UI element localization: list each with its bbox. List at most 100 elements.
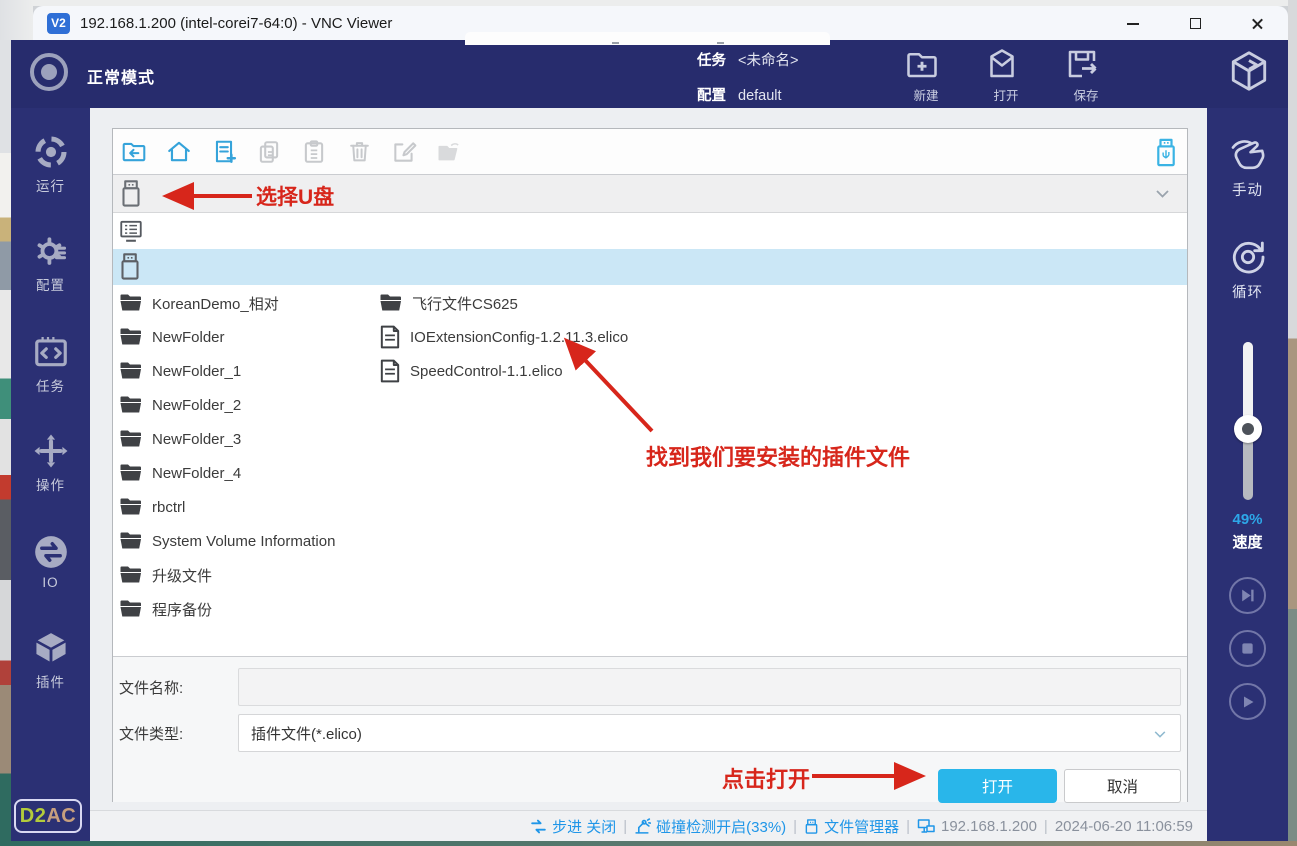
collision-status[interactable]: 碰撞检测开启(33%) [634,816,786,837]
play-button[interactable] [1229,683,1266,720]
new-task-label: 新建 [904,85,948,104]
plugin-cube-icon [32,629,70,667]
network-monitor-icon [917,818,936,835]
file-name: System Volume Information [152,533,335,550]
delete-button[interactable] [346,138,372,166]
mode-label: 正常模式 [87,64,155,88]
io-swap-icon [32,533,70,571]
open-task-button[interactable]: 打开 [984,46,1028,104]
speed-slider-thumb[interactable] [1234,415,1262,443]
drive-option-usb[interactable] [113,249,1187,285]
config-value: default [738,88,782,104]
sidebar-item-jog[interactable]: 操作 [11,432,90,494]
step-mode-text: 步进 关闭 [552,816,616,837]
desktop-edge-topleft [0,0,33,40]
file-row[interactable]: NewFolder_4 [119,457,241,489]
new-file-button[interactable] [211,138,237,166]
file-row[interactable]: NewFolder_2 [119,389,241,421]
save-task-button[interactable]: 保存 [1064,46,1108,104]
folder-back-button[interactable] [121,138,147,166]
file-name-input[interactable] [238,668,1181,706]
file-name: NewFolder_1 [152,363,241,380]
save-task-icon [1064,46,1108,82]
loop-mode-button[interactable]: 循环 [1207,237,1288,302]
sidebar-item-task[interactable]: 任务 [11,333,90,395]
badge-part1: D2 [20,805,47,828]
save-task-label: 保存 [1064,85,1108,104]
computer-icon [118,218,144,244]
task-label: 任务 [697,53,726,69]
file-name: 程序备份 [152,599,212,620]
file-type-select[interactable]: 插件文件(*.elico) [238,714,1181,752]
file-row[interactable]: rbctrl [119,491,185,523]
open-task-icon [984,46,1028,82]
rename-button[interactable] [391,138,417,166]
status-separator: | [1044,818,1048,835]
copy-button[interactable] [256,138,282,166]
open-folder-button[interactable] [436,138,462,166]
step-to-end-button[interactable] [1229,577,1266,614]
open-button[interactable]: 打开 [938,769,1057,803]
dialog-form: 文件名称: 文件类型: 插件文件(*.elico) 打开 取消 [113,656,1187,802]
file-toolbar [113,129,1187,175]
manual-hand-icon [1228,135,1268,175]
usb-drive-icon [118,252,142,282]
file-name: rbctrl [152,499,185,516]
cancel-button[interactable]: 取消 [1064,769,1181,803]
status-separator: | [623,818,627,835]
new-task-button[interactable]: 新建 [904,46,948,104]
file-row[interactable]: 飞行文件CS625 [379,287,518,319]
usb-drive-toolbar-icon[interactable] [1155,138,1177,167]
minimize-button[interactable] [1124,14,1142,32]
file-name-label: 文件名称: [119,677,183,698]
sidebar-jog-label: 操作 [36,474,65,494]
file-row[interactable]: 升级文件 [119,559,212,591]
step-mode-icon [530,818,547,835]
status-bar: 步进 关闭 | 碰撞检测开启(33%) | 文件管理器 | [90,810,1207,841]
file-row[interactable]: NewFolder_1 [119,355,241,387]
file-name: NewFolder_3 [152,431,241,448]
left-sidebar: 运行 配置 任务 [11,108,90,841]
sidebar-run-label: 运行 [36,175,65,195]
sidebar-item-io[interactable]: IO [11,533,90,590]
robot-model-badge: D2AC [14,799,82,833]
step-mode-status[interactable]: 步进 关闭 [530,816,616,837]
config-label: 配置 [697,88,726,104]
maximize-button[interactable] [1186,14,1204,32]
stop-button[interactable] [1229,630,1266,667]
usb-drive-selected-icon [119,179,143,209]
manual-mode-button[interactable]: 手动 [1207,135,1288,200]
close-button[interactable] [1248,14,1266,32]
file-row[interactable]: IOExtensionConfig-1.2.11.3.elico [379,321,628,353]
file-row[interactable]: System Volume Information [119,525,335,557]
file-row[interactable]: SpeedControl-1.1.elico [379,355,563,387]
sidebar-plugin-label: 插件 [36,671,65,691]
file-manager-status[interactable]: 文件管理器 [804,816,899,837]
desktop-edge-bottom [0,841,1297,846]
sidebar-item-run[interactable]: 运行 [11,133,90,195]
vnc-toolbar-notch[interactable] [465,32,830,45]
status-separator: | [906,818,910,835]
config-row: 配置 default [697,84,782,105]
file-type-value: 插件文件(*.elico) [251,723,362,744]
file-row[interactable]: NewFolder [119,321,225,353]
sidebar-item-config[interactable]: 配置 [11,232,90,294]
annotation-click-open: 点击打开 [722,762,810,794]
datetime: 2024-06-20 11:06:59 [1055,818,1193,835]
window-title: 192.168.1.200 (intel-corei7-64:0) - VNC … [80,15,392,32]
sidebar-item-plugin[interactable]: 插件 [11,629,90,691]
open-task-label: 打开 [984,85,1028,104]
desktop-edge-left [0,40,11,846]
file-row[interactable]: 程序备份 [119,593,212,625]
drive-option-computer[interactable] [113,213,1187,249]
file-row[interactable]: NewFolder_3 [119,423,241,455]
annotation-select-usb: 选择U盘 [256,181,334,211]
home-button[interactable] [166,138,192,166]
file-manager-text: 文件管理器 [824,816,899,837]
file-name: KoreanDemo_相对 [152,293,279,314]
collision-text: 碰撞检测开启(33%) [656,816,786,837]
file-type-label: 文件类型: [119,723,183,744]
paste-button[interactable] [301,138,327,166]
task-row: 任务<未命名> [697,49,798,70]
file-row[interactable]: KoreanDemo_相对 [119,287,279,319]
